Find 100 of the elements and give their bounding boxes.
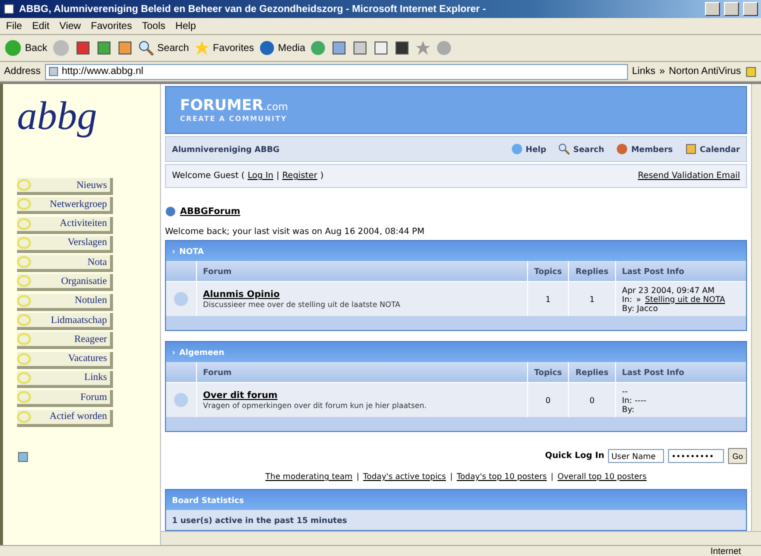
star-icon xyxy=(194,40,210,56)
breadcrumb-link[interactable]: ABBGForum xyxy=(180,206,240,216)
address-field[interactable]: http://www.abbg.nl xyxy=(44,64,628,80)
ring-icon xyxy=(17,236,31,249)
replies-count: 0 xyxy=(589,396,595,404)
search-icon xyxy=(138,40,154,56)
menu-item[interactable]: Favorites xyxy=(90,20,132,32)
norton-antivirus-button[interactable]: Norton AntiVirus xyxy=(668,66,741,77)
last-post-in: In: ---- xyxy=(622,396,646,404)
maximize-button[interactable] xyxy=(724,2,739,16)
last-post-date: Apr 23 2004, 09:47 AM xyxy=(622,286,715,294)
links-label[interactable]: Links xyxy=(632,66,656,77)
menu-item[interactable]: Help xyxy=(175,20,196,32)
chevron-text[interactable]: » xyxy=(659,66,665,77)
ring-icon xyxy=(17,275,31,288)
footer-link[interactable]: Overall top 10 posters xyxy=(557,472,647,481)
menu-item[interactable]: View xyxy=(59,20,81,32)
forum-link[interactable]: Over dit forum xyxy=(203,390,278,400)
column-header: Forum xyxy=(197,362,527,382)
minimize-button[interactable] xyxy=(705,2,720,16)
ring-icon xyxy=(17,256,31,268)
ring-icon xyxy=(17,314,31,326)
nav-link[interactable]: Calendar xyxy=(684,143,740,155)
go-button[interactable]: Go xyxy=(728,448,747,464)
stats-header: Board Statistics xyxy=(166,490,746,510)
close-button[interactable] xyxy=(743,2,758,16)
topics-count: 0 xyxy=(545,396,551,404)
topics-count: 1 xyxy=(545,294,551,304)
column-header: Last Post Info xyxy=(616,362,746,382)
menu-item[interactable]: Edit xyxy=(32,20,50,32)
menu-item[interactable]: File xyxy=(6,20,22,32)
separator-text: | xyxy=(356,472,360,481)
nav-button[interactable]: Links xyxy=(17,370,113,388)
toolbar-button[interactable]: Search xyxy=(138,40,189,56)
window-title: ABBG, Alumnivereniging Beleid en Beheer van de Gezondheidszorg - Microsoft Internet Explorer - xyxy=(19,4,487,14)
password-field[interactable]: ••••••••• xyxy=(668,449,724,463)
column-header: Forum xyxy=(197,261,527,281)
nav-link[interactable]: Members xyxy=(616,143,673,155)
last-post-author: By: xyxy=(622,404,634,414)
category-title: NOTA xyxy=(179,246,204,256)
nav-button[interactable]: Lidmaatschap xyxy=(17,313,113,330)
nav-button[interactable]: Netwerkgroep xyxy=(17,197,113,214)
welcome-text: Welcome Guest ( xyxy=(172,171,245,181)
login-link[interactable]: Log In xyxy=(248,171,274,181)
nav-button[interactable]: Activiteiten xyxy=(17,216,113,234)
nav-link[interactable]: Search xyxy=(558,143,604,155)
toolbar-button[interactable] xyxy=(75,40,92,56)
menu-item[interactable]: Tools xyxy=(142,20,166,32)
ring-icon xyxy=(17,391,31,404)
footer-link[interactable]: Today's active topics xyxy=(363,472,446,481)
toolbar-button[interactable]: Favorites xyxy=(194,40,254,56)
column-header: Last Post Info xyxy=(616,261,746,281)
last-post-date: -- xyxy=(622,386,628,396)
browser-icon xyxy=(3,3,15,15)
stop-icon xyxy=(75,40,92,56)
nav-button[interactable]: Actief worden xyxy=(17,410,113,427)
header-cell xyxy=(166,362,196,382)
forum-logo: FORUMER.com xyxy=(180,98,289,114)
footer-link[interactable]: The moderating team xyxy=(265,472,352,481)
nav-button[interactable]: Verslagen xyxy=(17,236,113,253)
resend-validation-link[interactable]: Resend Validation Email xyxy=(638,171,740,181)
footer-link[interactable]: Today's top 10 posters xyxy=(456,472,547,481)
nav-button[interactable]: Forum xyxy=(17,390,113,408)
ring-icon xyxy=(17,294,31,307)
topic-link[interactable]: Stelling uit de NOTA xyxy=(645,294,726,304)
forum-link[interactable]: Alunmis Opinio xyxy=(203,290,280,300)
nav-button[interactable]: Nieuws xyxy=(17,178,113,195)
nav-button[interactable]: Notulen xyxy=(17,294,113,311)
nav-button[interactable]: Reageer xyxy=(17,332,113,350)
last-post-author: By: Jacco xyxy=(622,304,658,312)
nav-button[interactable]: Vacatures xyxy=(17,352,113,369)
chevron-text: » xyxy=(636,294,642,304)
toolbar-button[interactable]: Media xyxy=(259,40,306,56)
nav-link[interactable]: Help xyxy=(510,143,546,155)
caret-text: › xyxy=(172,246,176,256)
toolbar-button[interactable] xyxy=(373,40,390,56)
ring-icon xyxy=(17,333,31,346)
last-visit-text: Welcome back; your last visit was on Aug 16 2004, 08:44 PM xyxy=(165,227,426,237)
category-title: Algemeen xyxy=(179,348,224,356)
forum-status-icon xyxy=(173,291,189,307)
ring-icon xyxy=(17,218,31,230)
ring-icon xyxy=(17,352,31,365)
last-post-in: In: xyxy=(622,294,632,304)
board-name: Alumnivereniging ABBG xyxy=(172,144,280,154)
zone-text: Internet xyxy=(710,546,741,556)
column-header: Replies xyxy=(569,362,615,382)
ring-icon xyxy=(17,372,31,384)
username-field[interactable]: User Name xyxy=(608,449,664,463)
nav-button[interactable]: Organisatie xyxy=(17,274,113,292)
nav-button[interactable]: Nota xyxy=(17,255,113,272)
welcome-text: ) xyxy=(320,171,324,181)
replies-count: 1 xyxy=(589,294,595,304)
caret-text: › xyxy=(172,348,176,356)
register-link[interactable]: Register xyxy=(282,171,318,181)
separator-text: | xyxy=(450,472,453,481)
separator-text: | xyxy=(550,472,554,481)
ring-icon xyxy=(17,179,31,191)
toolbar-button[interactable]: Back xyxy=(4,39,48,57)
forum-status-icon xyxy=(173,392,189,408)
column-header: Topics xyxy=(528,362,568,382)
